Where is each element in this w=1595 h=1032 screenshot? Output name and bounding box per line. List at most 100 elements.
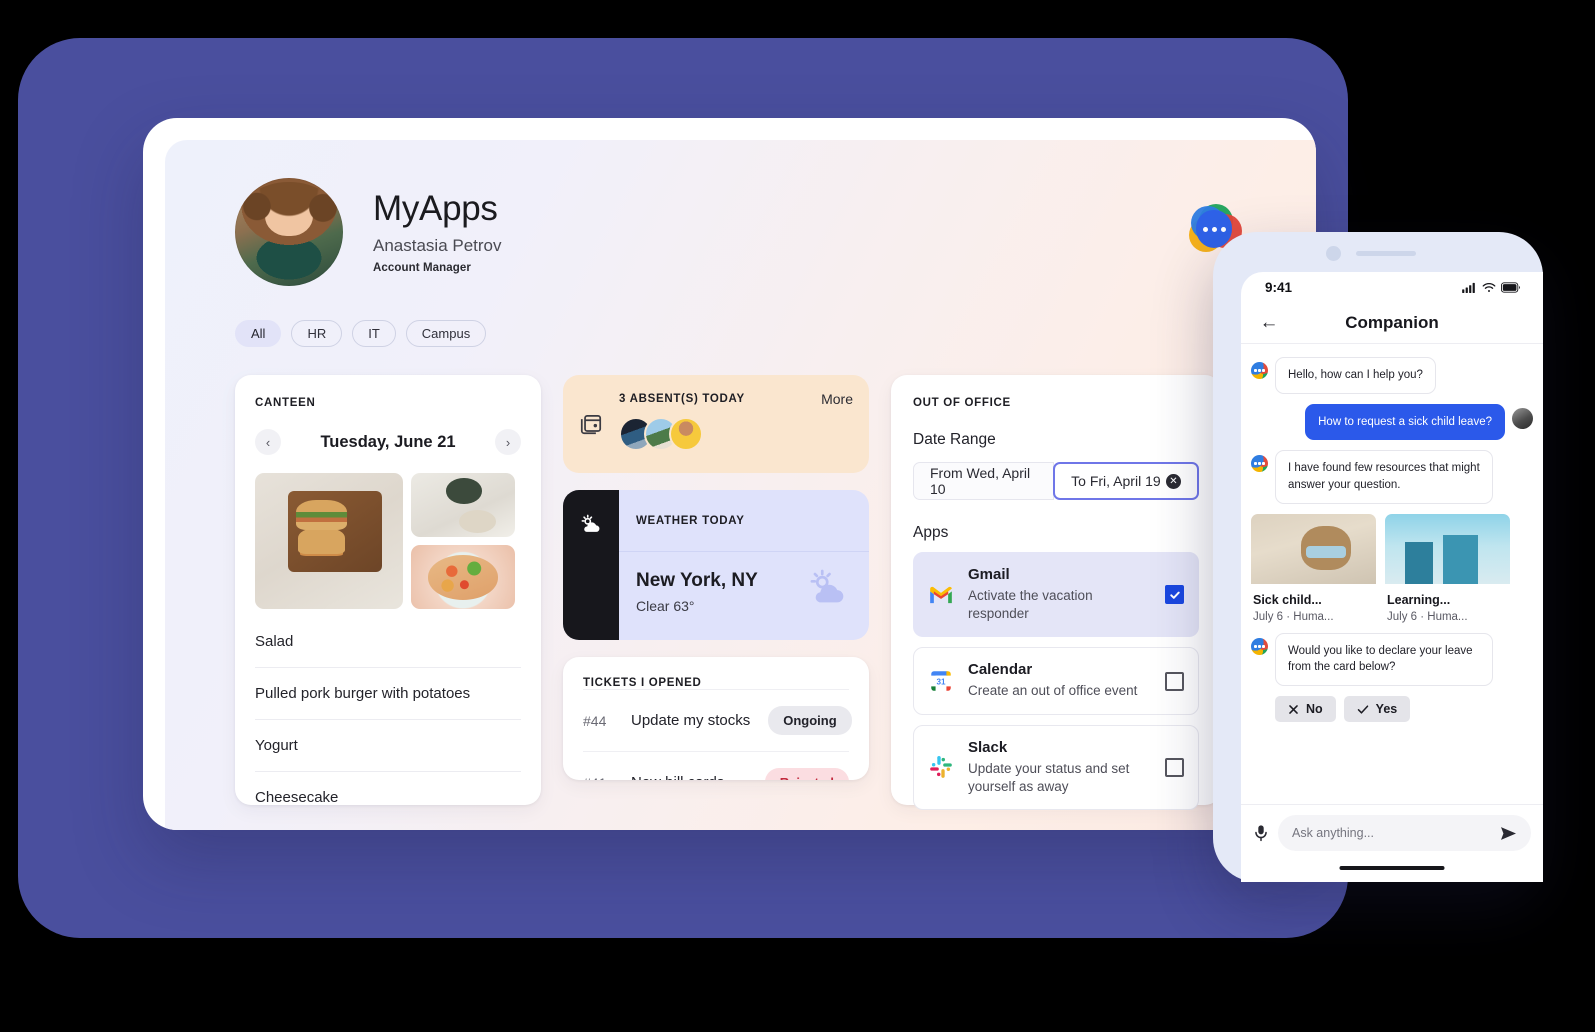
phone-status-bar: 9:41 bbox=[1241, 272, 1543, 302]
weather-text-block: New York, NY Clear 63° bbox=[636, 570, 758, 614]
resource-title: Sick child... bbox=[1253, 592, 1322, 607]
resource-card[interactable]: Sick child... July 6 · Huma... bbox=[1251, 513, 1376, 623]
send-icon bbox=[1501, 826, 1516, 840]
resource-title: Learning... bbox=[1387, 592, 1451, 607]
check-icon bbox=[1357, 704, 1368, 714]
avatar bbox=[1512, 407, 1533, 429]
apps-label: Apps bbox=[913, 524, 949, 541]
date-to-input[interactable]: To Fri, April 19 ✕ bbox=[1053, 462, 1199, 500]
close-icon bbox=[1289, 704, 1298, 714]
dashboard-columns: CANTEEN ‹ Tuesday, June 21 › Salad Pulle… bbox=[235, 375, 1316, 811]
category-filter-chips: All HR IT Campus bbox=[235, 320, 1316, 347]
microphone-icon bbox=[1255, 825, 1267, 842]
gemini-assistant-icon bbox=[1251, 455, 1268, 473]
burger-plate-photo bbox=[255, 473, 403, 609]
ticket-id: #41 bbox=[583, 775, 613, 781]
soup-bowl-photo bbox=[411, 545, 515, 609]
date-range-inputs: From Wed, April 10 To Fri, April 19 ✕ bbox=[913, 462, 1199, 500]
phone-screen: 9:41 ← Companion Hello, how can I help y… bbox=[1241, 272, 1543, 882]
clear-circle-icon[interactable]: ✕ bbox=[1166, 473, 1181, 489]
weather-header: WEATHER TODAY bbox=[619, 490, 869, 552]
filter-chip-hr[interactable]: HR bbox=[291, 320, 343, 347]
home-indicator bbox=[1339, 866, 1445, 870]
date-to-value: To Fri, April 19 bbox=[1071, 473, 1161, 489]
chat-input-bar: Ask anything... bbox=[1241, 804, 1543, 882]
fab-dot bbox=[1202, 226, 1208, 232]
resource-card[interactable]: Learning... July 6 · Huma... bbox=[1385, 513, 1510, 623]
date-range-label: Date Range bbox=[913, 431, 996, 448]
tickets-card: TICKETS I OPENED #44 Update my stocks On… bbox=[563, 657, 869, 780]
screenshot-stage: MyApps Anastasia Petrov Account Manager … bbox=[0, 0, 1595, 1032]
gmail-icon bbox=[928, 582, 954, 608]
confirm-label: Yes bbox=[1375, 702, 1398, 717]
canteen-photo-stack bbox=[411, 473, 515, 609]
profile-text-block: MyApps Anastasia Petrov Account Manager bbox=[373, 190, 502, 274]
canteen-date-nav: ‹ Tuesday, June 21 › bbox=[255, 429, 521, 455]
app-checkbox-gmail[interactable] bbox=[1165, 585, 1184, 605]
avatar bbox=[669, 417, 703, 451]
filter-chip-it[interactable]: IT bbox=[352, 320, 396, 347]
status-badge: Ongoing bbox=[768, 706, 852, 735]
user-role: Account Manager bbox=[373, 261, 471, 274]
decline-button[interactable]: No bbox=[1275, 696, 1336, 723]
chat-message-bot: I have found few resources that might an… bbox=[1251, 450, 1533, 504]
date-from-input[interactable]: From Wed, April 10 bbox=[913, 462, 1055, 500]
app-row-slack[interactable]: Slack Update your status and set yoursel… bbox=[913, 724, 1199, 811]
app-row-calendar[interactable]: 31 Calendar Create an out of office even… bbox=[913, 647, 1199, 715]
profile-header: MyApps Anastasia Petrov Account Manager bbox=[235, 178, 1316, 286]
status-badge: Rejected bbox=[764, 768, 849, 780]
absents-header: 3 ABSENT(S) TODAY More bbox=[619, 391, 853, 407]
confirm-button-row: No Yes bbox=[1275, 696, 1533, 723]
table-row[interactable]: #41 New bill cards Rejected bbox=[583, 751, 849, 780]
chat-thread: Hello, how can I help you? How to reques… bbox=[1241, 344, 1543, 723]
page-title: MyApps bbox=[373, 189, 498, 229]
app-name: Calendar bbox=[968, 661, 1033, 679]
slack-icon bbox=[928, 754, 954, 780]
phone-nav-bar: ← Companion bbox=[1241, 302, 1543, 344]
confirm-button[interactable]: Yes bbox=[1343, 696, 1411, 723]
decline-label: No bbox=[1306, 702, 1323, 717]
app-gmail-text: Gmail Activate the vacation responder bbox=[968, 566, 1151, 623]
city-buildings-photo bbox=[1385, 513, 1510, 584]
absents-more-link[interactable]: More bbox=[821, 391, 853, 407]
chevron-right-icon[interactable]: › bbox=[495, 429, 521, 455]
column-right: OUT OF OFFICE Date Range From Wed, April… bbox=[891, 375, 1221, 811]
app-row-gmail[interactable]: Gmail Activate the vacation responder bbox=[913, 552, 1199, 638]
chat-bubble: Hello, how can I help you? bbox=[1275, 357, 1436, 394]
phone-screen-title: Companion bbox=[1345, 312, 1439, 332]
google-calendar-icon: 31 bbox=[928, 668, 954, 694]
canteen-menu-list: Salad Pulled pork burger with potatoes Y… bbox=[255, 627, 521, 823]
weather-city: New York, NY bbox=[636, 569, 758, 591]
list-item: Pulled pork burger with potatoes bbox=[255, 667, 521, 719]
app-calendar-text: Calendar Create an out of office event bbox=[968, 661, 1151, 700]
column-left: CANTEEN ‹ Tuesday, June 21 › Salad Pulle… bbox=[235, 375, 541, 806]
weather-card: WEATHER TODAY New York, NY Clear 63° bbox=[563, 490, 869, 640]
filter-chip-campus[interactable]: Campus bbox=[405, 320, 487, 347]
chat-message-user: How to request a sick child leave? bbox=[1251, 403, 1533, 441]
app-checkbox-calendar[interactable] bbox=[1165, 671, 1184, 691]
ticket-id: #44 bbox=[583, 712, 607, 729]
column-middle: 3 ABSENT(S) TODAY More WEATHER TODAY New… bbox=[563, 375, 869, 805]
chat-text-input[interactable]: Ask anything... bbox=[1278, 815, 1531, 851]
fab-dot bbox=[1220, 226, 1226, 232]
chat-bubble: Would you like to declare your leave fro… bbox=[1275, 632, 1493, 687]
chat-bubble: How to request a sick child leave? bbox=[1305, 403, 1505, 441]
resource-card-carousel[interactable]: Sick child... July 6 · Huma... Learning.… bbox=[1251, 513, 1533, 623]
tickets-card-label: TICKETS I OPENED bbox=[583, 677, 702, 689]
calendar-absent-icon bbox=[563, 375, 619, 473]
chevron-left-icon[interactable]: ‹ bbox=[255, 429, 281, 455]
list-item: Cheesecake bbox=[255, 771, 521, 823]
canteen-date: Tuesday, June 21 bbox=[320, 432, 456, 451]
app-slack-text: Slack Update your status and set yoursel… bbox=[968, 739, 1151, 796]
user-name: Anastasia Petrov bbox=[373, 235, 502, 255]
wifi-icon bbox=[1482, 282, 1496, 292]
dessert-bowl-photo bbox=[411, 473, 515, 537]
filter-chip-all[interactable]: All bbox=[235, 320, 282, 347]
user-avatar bbox=[235, 178, 343, 286]
tablet-screen: MyApps Anastasia Petrov Account Manager … bbox=[165, 140, 1316, 830]
status-icon-group bbox=[1462, 281, 1521, 293]
table-row[interactable]: #44 Update my stocks Ongoing bbox=[583, 689, 852, 751]
app-description: Create an out of office event bbox=[968, 683, 1138, 699]
app-checkbox-slack[interactable] bbox=[1165, 757, 1184, 777]
list-item: Salad bbox=[255, 633, 294, 650]
